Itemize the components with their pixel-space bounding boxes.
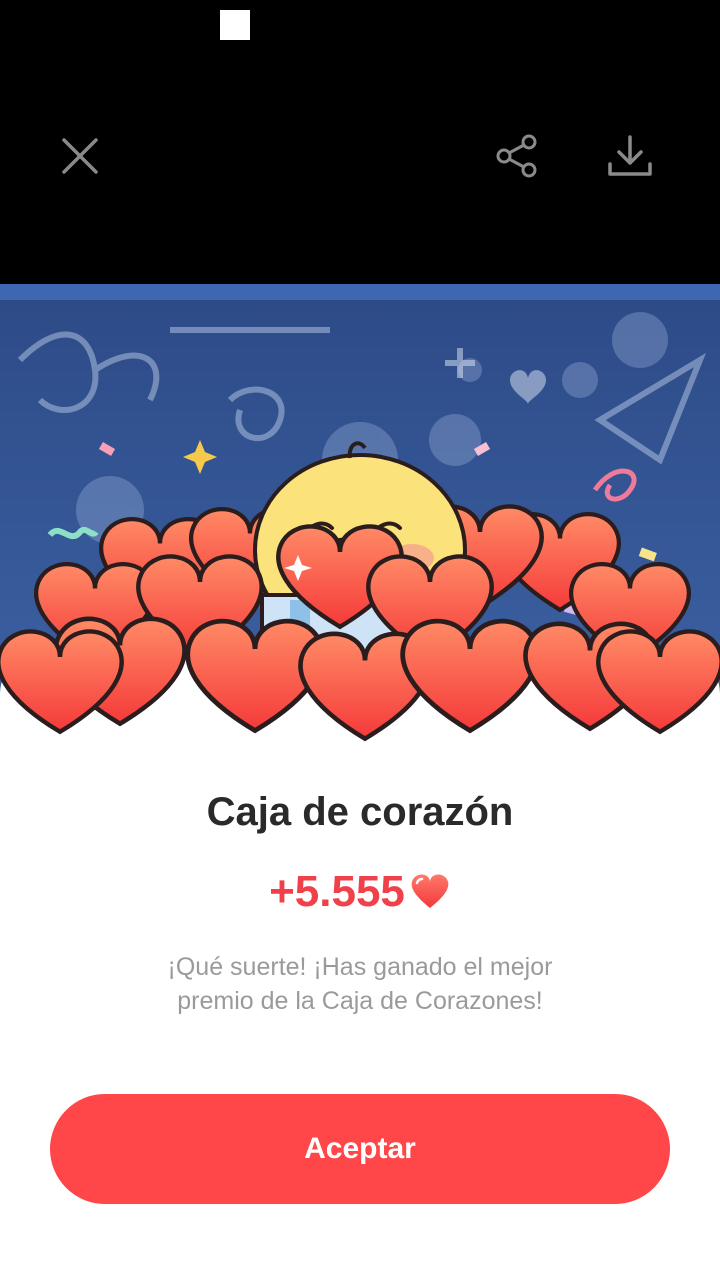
close-button[interactable]: [45, 121, 115, 191]
status-bar: [0, 0, 720, 50]
dialog-message: ¡Qué suerte! ¡Has ganado el mejor premio…: [167, 953, 553, 1015]
dialog-title: Caja de corazón: [206, 790, 514, 834]
amount-value: +5.555: [269, 867, 405, 916]
image-top-band: [0, 284, 720, 300]
accept-button-label: Aceptar: [304, 1132, 416, 1165]
reward-amount: +5.555: [0, 864, 720, 920]
share-button[interactable]: [482, 121, 552, 191]
accept-button[interactable]: Aceptar: [50, 1094, 670, 1204]
viewer-toolbar: [0, 50, 720, 284]
download-icon: [608, 135, 652, 176]
status-indicator: [220, 10, 250, 40]
hearts-chick-illustration: [0, 441, 720, 760]
download-button[interactable]: [595, 121, 665, 191]
heart-icon: [409, 873, 451, 911]
close-icon: [62, 138, 98, 174]
share-icon: [496, 134, 537, 178]
